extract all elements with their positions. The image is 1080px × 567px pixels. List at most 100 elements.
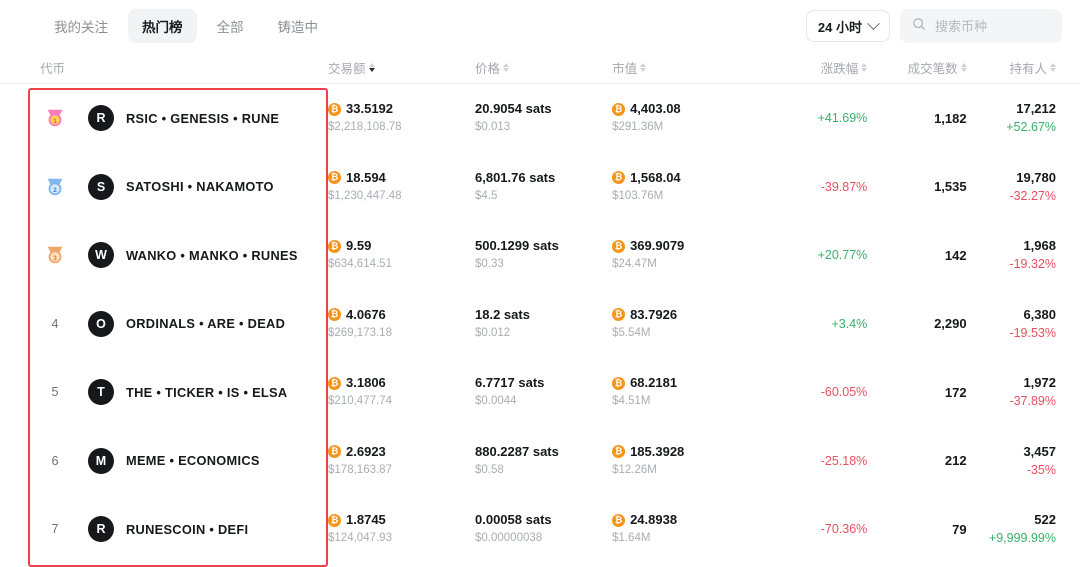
token-cell[interactable]: 1 R RSIC • GENESIS • RUNE [0, 105, 328, 132]
change-value: +20.77% [817, 248, 868, 263]
transactions-value: 172 [944, 384, 967, 400]
market-cap-cell-value: ₿ 68.2181 [612, 375, 761, 391]
price-cell: 20.9054 sats $0.013 [475, 101, 612, 135]
search-box[interactable] [900, 9, 1062, 43]
sort-arrows-icon[interactable] [503, 62, 510, 73]
price-cell: 0.00058 sats $0.00000038 [475, 512, 612, 546]
token-cell[interactable]: 6 M MEME • ECONOMICS [0, 447, 328, 474]
price-cell-sub: $0.013 [475, 121, 511, 134]
bitcoin-icon: ₿ [328, 308, 342, 322]
column-header-label: 市值 [612, 62, 638, 76]
table-row[interactable]: 2 S SATOSHI • NAKAMOTO ₿ 18.594 $1,230,447.48… [0, 153, 1080, 222]
token-name: MEME • ECONOMICS [126, 453, 260, 469]
price-cell: 6,801.76 sats $4.5 [475, 170, 612, 204]
holders-value: 3,457 [1023, 443, 1056, 459]
market-cap-cell-sub: $4.51M [612, 395, 651, 408]
sort-arrows-icon[interactable] [368, 62, 375, 73]
price-cell-value: 6,801.76 sats [475, 169, 556, 185]
avatar: T [88, 379, 114, 406]
column-header-holders[interactable]: 持有人 [967, 58, 1056, 77]
market-cap-cell-sub: $5.54M [612, 326, 651, 339]
column-header-change[interactable]: 涨跌幅 [761, 58, 868, 77]
avatar: W [88, 242, 114, 269]
change-cell: -70.36% [761, 522, 868, 537]
holders-value: 19,780 [1016, 169, 1056, 185]
holders-value: 6,380 [1023, 306, 1056, 322]
period-select[interactable]: 24 小时 [805, 10, 890, 42]
token-cell[interactable]: 2 S SATOSHI • NAKAMOTO [0, 173, 328, 200]
page-root: 我的关注热门榜全部铸造中 24 小时 代币 交易额 价格 市值 涨跌幅 成交笔数 持有人 1… [0, 0, 1080, 567]
market-cap-cell-sub: $24.47M [612, 258, 657, 271]
price-cell-value: 20.9054 sats [475, 101, 552, 117]
price-cell-sub: $0.0044 [475, 395, 517, 408]
volume-cell-sub: $2,218,108.78 [328, 121, 402, 134]
price-cell-value: 18.2 sats [475, 306, 530, 322]
token-cell[interactable]: 7 R RUNESCOIN • DEFI [0, 516, 328, 543]
tab-3[interactable]: 铸造中 [264, 9, 333, 43]
table-row[interactable]: 7 R RUNESCOIN • DEFI ₿ 1.8745 $124,047.93 0.00… [0, 495, 1080, 564]
rank-label: 5 [51, 385, 59, 400]
table-row[interactable]: 3 W WANKO • MANKO • RUNES ₿ 9.59 $634,614.51 5… [0, 221, 1080, 290]
bitcoin-icon: ₿ [328, 102, 342, 116]
column-header-txs[interactable]: 成交笔数 [867, 58, 967, 77]
market-cap-cell-sub: $291.36M [612, 121, 664, 134]
bitcoin-icon: ₿ [612, 308, 626, 322]
change-cell: -39.87% [761, 180, 868, 194]
column-header-label: 代币 [40, 62, 66, 76]
volume-cell: ₿ 18.594 $1,230,447.48 [328, 170, 475, 204]
column-header-label: 涨跌幅 [820, 62, 859, 76]
bitcoin-icon: ₿ [612, 376, 626, 390]
token-cell[interactable]: 5 T THE • TICKER • IS • ELSA [0, 379, 328, 406]
column-header-label: 交易额 [328, 62, 366, 76]
holders-cell: 3,457 -35% [967, 444, 1056, 478]
holders-value: 17,212 [1016, 101, 1056, 117]
token-cell[interactable]: 4 O ORDINALS • ARE • DEAD [0, 310, 328, 337]
sort-arrows-icon[interactable] [1050, 62, 1056, 73]
token-name: THE • TICKER • IS • ELSA [126, 384, 288, 400]
change-cell: -60.05% [761, 385, 868, 399]
price-cell: 880.2287 sats $0.58 [475, 444, 612, 478]
column-header-volume[interactable]: 交易额 [328, 58, 475, 77]
table-row[interactable]: 4 O ORDINALS • ARE • DEAD ₿ 4.0676 $269,173.1… [0, 290, 1080, 359]
holders-cell: 17,212 +52.67% [967, 101, 1056, 135]
market-cap-cell: ₿ 68.2181 $4.51M [612, 375, 761, 409]
avatar: R [88, 105, 114, 132]
market-cap-cell-value: ₿ 4,403.08 [612, 101, 761, 117]
volume-cell-sub: $124,047.93 [328, 532, 392, 545]
volume-cell-sub: $178,163.87 [328, 463, 392, 476]
holders-change: +9,999.99% [988, 531, 1056, 546]
holders-value: 1,968 [1023, 238, 1056, 254]
holders-cell: 6,380 -19.53% [967, 307, 1056, 341]
tab-2[interactable]: 全部 [203, 9, 258, 43]
market-cap-cell: ₿ 185.3928 $12.26M [612, 444, 761, 478]
bitcoin-icon: ₿ [328, 376, 342, 390]
change-value: +3.4% [831, 316, 868, 331]
change-value: +41.69% [817, 111, 868, 126]
table-row[interactable]: 5 T THE • TICKER • IS • ELSA ₿ 3.1806 $210,47… [0, 358, 1080, 427]
transactions-cell: 1,535 [867, 179, 967, 194]
bitcoin-icon: ₿ [612, 239, 626, 253]
search-input[interactable] [935, 18, 1050, 34]
tab-0[interactable]: 我的关注 [40, 9, 122, 43]
volume-cell-value: ₿ 1.8745 [328, 512, 475, 528]
volume-cell-value: ₿ 3.1806 [328, 375, 475, 391]
top-bar-right: 24 小时 [805, 9, 1062, 43]
market-cap-cell: ₿ 83.7926 $5.54M [612, 307, 761, 341]
token-table: 代币 交易额 价格 市值 涨跌幅 成交笔数 持有人 1 R RSIC • GENESIS • R… [0, 52, 1080, 564]
volume-cell-sub: $1,230,447.48 [328, 189, 402, 202]
column-header-label: 持有人 [1009, 62, 1047, 76]
column-header-price[interactable]: 价格 [475, 58, 612, 77]
token-cell[interactable]: 3 W WANKO • MANKO • RUNES [0, 242, 328, 269]
tab-1[interactable]: 热门榜 [128, 9, 197, 43]
volume-cell-sub: $210,477.74 [328, 395, 392, 408]
market-cap-cell: ₿ 1,568.04 $103.76M [612, 170, 761, 204]
change-value: -70.36% [820, 522, 868, 537]
sort-arrows-icon[interactable] [640, 62, 647, 73]
holders-value: 522 [1034, 512, 1056, 528]
transactions-cell: 79 [867, 522, 966, 537]
rank-label: 4 [51, 316, 59, 331]
rank-number: 5 [40, 385, 70, 399]
table-row[interactable]: 1 R RSIC • GENESIS • RUNE ₿ 33.5192 $2,218,10… [0, 84, 1080, 153]
column-header-cap[interactable]: 市值 [612, 58, 761, 77]
table-row[interactable]: 6 M MEME • ECONOMICS ₿ 2.6923 $178,163.87 880.… [0, 427, 1080, 496]
